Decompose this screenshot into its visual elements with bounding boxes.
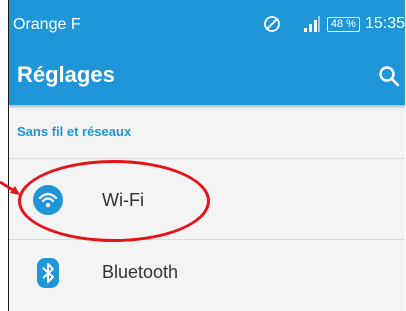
do-not-disturb-icon (263, 16, 280, 32)
phone-screen: Orange F 48 % 15:35 Réglages Sans fil et… (8, 0, 405, 311)
signal-strength-icon (303, 16, 320, 32)
bluetooth-icon (37, 258, 59, 288)
settings-list: Sans fil et réseaux Wi-Fi Bluetooth (9, 105, 405, 311)
app-bar: Réglages (9, 48, 405, 105)
settings-item-bluetooth[interactable]: Bluetooth (9, 239, 405, 304)
battery-indicator: 48 % (326, 16, 360, 32)
settings-item-label: Bluetooth (102, 262, 179, 282)
status-bar: Orange F 48 % 15:35 (9, 0, 405, 48)
settings-item-wifi[interactable]: Wi-Fi (9, 158, 405, 239)
page-title: Réglages (17, 62, 115, 87)
wifi-icon (33, 185, 63, 215)
status-indicators: 48 % 15:35 (263, 13, 405, 35)
section-header: Sans fil et réseaux (17, 124, 132, 139)
settings-item-label: Wi-Fi (102, 190, 144, 210)
clock: 15:35 (364, 15, 405, 32)
search-icon[interactable] (377, 64, 401, 88)
carrier-name: Orange F (13, 16, 81, 33)
